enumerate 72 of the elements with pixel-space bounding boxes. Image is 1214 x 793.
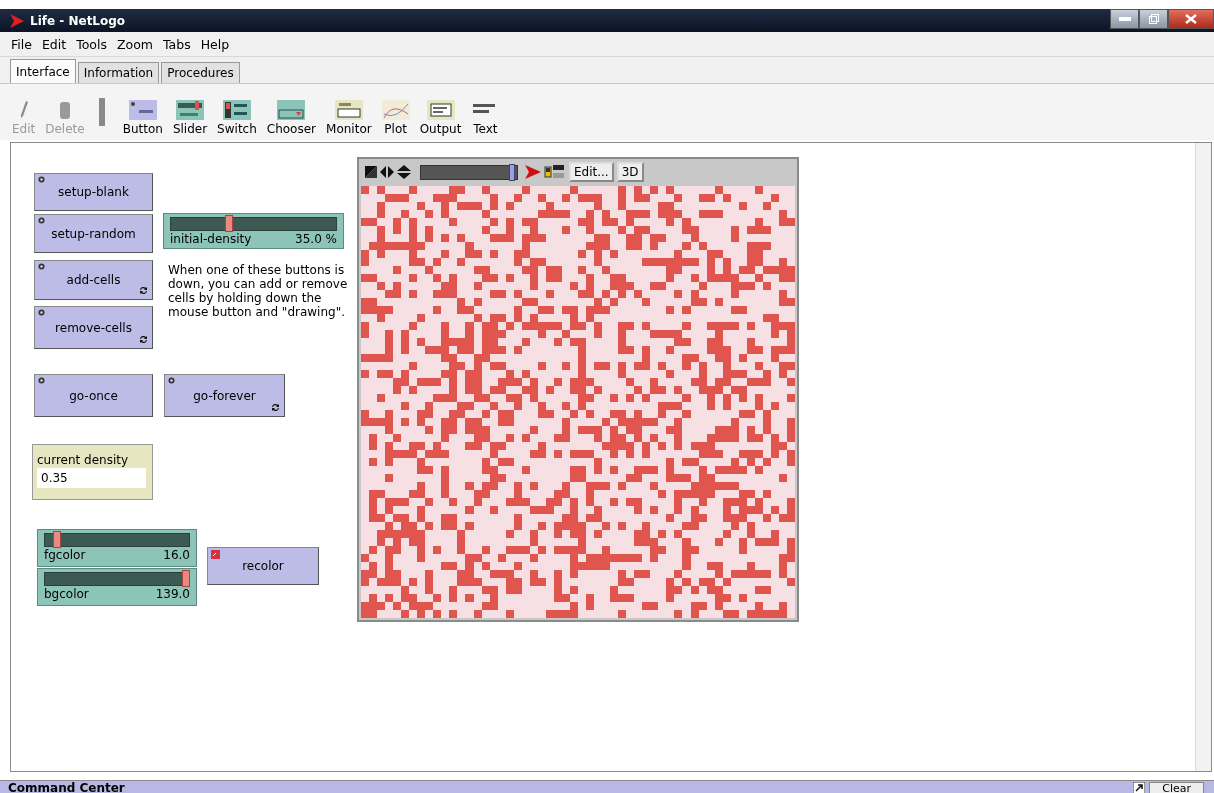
command-button[interactable]: recolor (207, 547, 319, 585)
button-tool-icon (128, 100, 157, 120)
menu-item[interactable]: Edit (36, 36, 72, 52)
slider-value: 16.0 (163, 548, 190, 562)
command-button[interactable]: add-cells (34, 260, 153, 300)
slider-thumb[interactable] (52, 531, 61, 548)
app-logo-icon (10, 13, 24, 28)
switch-icon[interactable] (544, 163, 566, 181)
toolbar-button[interactable]: Chooser (264, 100, 319, 136)
chooser-tool-icon (277, 100, 306, 120)
monitor-label: current density (37, 453, 130, 467)
command-button[interactable]: setup-random (34, 214, 153, 253)
trash-icon (58, 100, 71, 120)
zoom-icon (365, 166, 377, 178)
menu-item[interactable]: File (6, 36, 37, 52)
slider-tool-icon (176, 100, 204, 120)
toolbar-button[interactable]: Monitor (324, 100, 374, 136)
speed-slider[interactable] (420, 164, 518, 180)
minimize-icon (1118, 17, 1131, 21)
slider-value: 35.0 % (295, 232, 337, 246)
menu-item[interactable]: Tabs (158, 36, 196, 52)
slider-thumb[interactable] (182, 570, 191, 587)
toolbar-button[interactable]: Text (469, 100, 502, 136)
expand-icon[interactable] (1133, 781, 1146, 793)
slider-thumb[interactable] (224, 215, 233, 232)
tab[interactable]: Interface (10, 59, 76, 83)
loop-icon (271, 403, 280, 412)
close-icon (1185, 14, 1197, 24)
menu-item[interactable]: Zoom (111, 36, 158, 52)
toolbar-button[interactable]: Switch (215, 100, 259, 136)
command-center-title: Command Center (8, 781, 125, 793)
play-arrow-icon (525, 165, 541, 179)
loop-icon (139, 335, 148, 344)
slider-label: fgcolor (44, 548, 86, 562)
speed-thumb[interactable] (509, 163, 516, 181)
slider-widget[interactable]: fgcolor 16.0 (37, 529, 197, 567)
horizontal-arrows-icon (380, 166, 394, 178)
toolbar-button[interactable]: Button (120, 100, 165, 136)
slider-widget[interactable]: initial-density 35.0 % (163, 213, 344, 249)
switch-tool-icon (222, 100, 251, 120)
command-button[interactable]: go-forever (164, 374, 285, 417)
tab[interactable]: Information (77, 62, 160, 83)
maximize-button[interactable] (1139, 9, 1168, 29)
toolbar-button[interactable]: Output (417, 100, 464, 136)
close-button[interactable] (1168, 9, 1214, 29)
slider-label: initial-density (170, 232, 252, 246)
slider-widget[interactable]: bgcolor 139.0 (37, 568, 197, 606)
plot-tool-icon (381, 100, 410, 120)
toolbar-button[interactable]: Slider (170, 100, 210, 136)
view-button[interactable]: Edit... (569, 162, 614, 182)
monitor-value: 0.35 (37, 468, 146, 488)
menu-item[interactable]: Tools (71, 36, 112, 52)
tab[interactable]: Procedures (161, 62, 240, 83)
slider-value: 139.0 (155, 587, 190, 601)
command-button[interactable]: setup-blank (34, 173, 153, 211)
slider-label: bgcolor (44, 587, 89, 601)
command-button[interactable]: remove-cells (34, 306, 153, 349)
scroll-bar[interactable] (1195, 143, 1211, 771)
clear-button[interactable]: Clear (1149, 781, 1204, 793)
note-text: When one of these buttons is down, you can add or remove cells by holding down the mouse button and "drawing". (168, 263, 349, 321)
vertical-arrows-icon (397, 165, 411, 179)
restore-icon (1148, 14, 1159, 24)
monitor-tool-icon (334, 100, 363, 120)
view-button[interactable]: 3D (616, 162, 644, 182)
output-tool-icon (426, 100, 455, 120)
window-title: Life - NetLogo (30, 13, 126, 28)
pencil-icon (18, 100, 29, 120)
loop-icon (139, 286, 148, 295)
toolbar-button[interactable]: Plot (379, 100, 412, 136)
menu-item[interactable]: Help (195, 36, 235, 52)
command-button[interactable]: go-once (34, 374, 153, 417)
minimize-button[interactable] (1110, 9, 1139, 29)
